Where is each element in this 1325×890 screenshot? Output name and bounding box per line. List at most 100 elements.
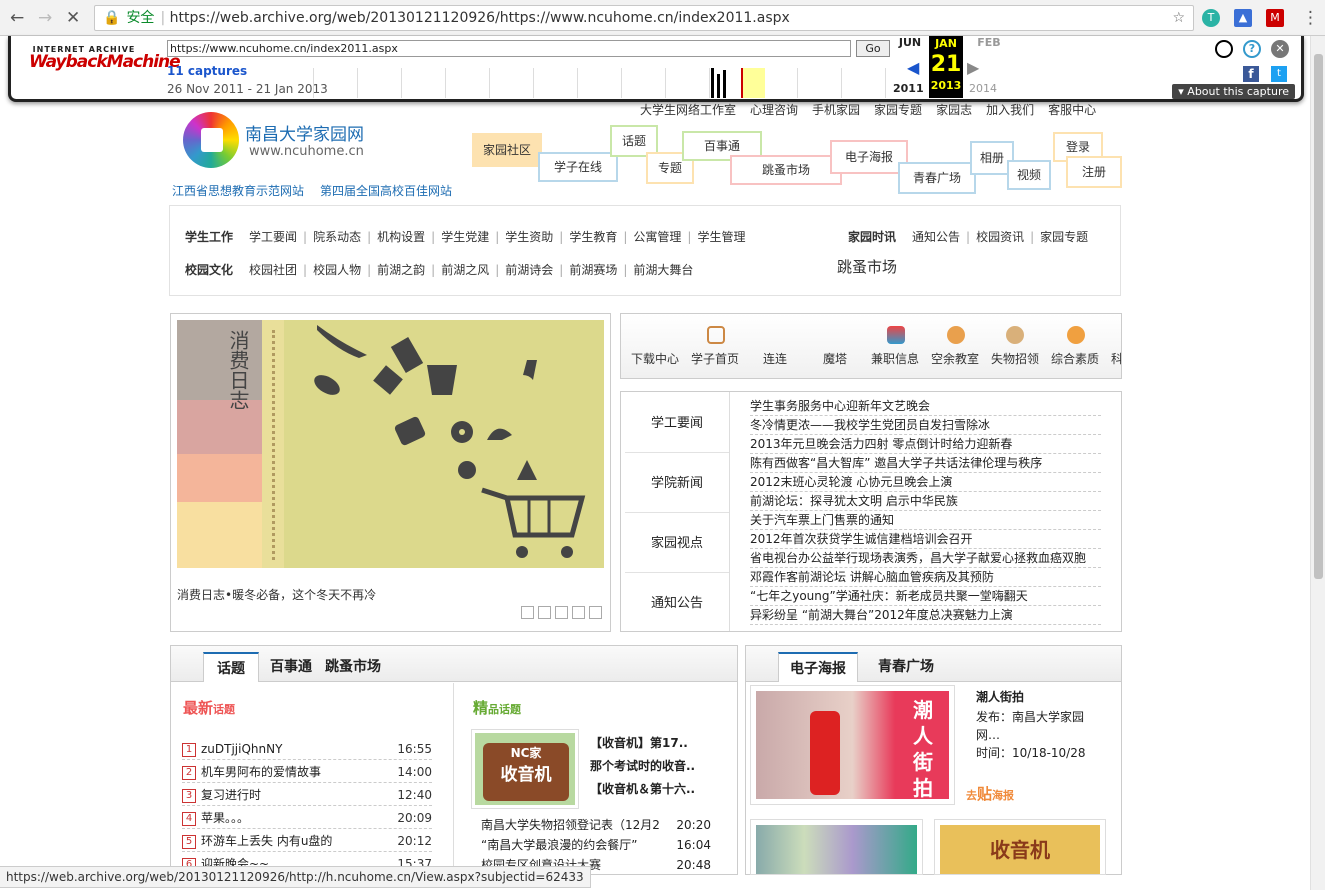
news-item[interactable]: 2012年首次获贷学生诚信建档培训会召开 (750, 530, 1101, 549)
topic-row[interactable]: 1 zuDTjjiQhnNY 16:55 (182, 738, 432, 760)
banner-caption[interactable]: 消费日志•暖冬必备，这个冬天不再冷 (177, 586, 376, 603)
close-icon[interactable]: ✕ (1271, 40, 1289, 58)
tag-poster[interactable]: 电子海报 (830, 140, 908, 174)
slogan-link[interactable]: 江西省思想教育示范网站 (172, 182, 304, 199)
quick-link[interactable]: 综合素质 (1051, 350, 1099, 367)
quick-link[interactable]: 失物招领 (991, 350, 1039, 367)
quick-link[interactable]: 魔塔 (823, 350, 847, 367)
quick-link[interactable]: 兼职信息 (871, 350, 919, 367)
extension-t-icon[interactable]: T (1202, 9, 1220, 27)
forward-icon[interactable]: → (38, 8, 52, 28)
user-icon[interactable] (1215, 40, 1233, 58)
tag-community[interactable]: 家园社区 (472, 133, 542, 167)
capture-sparkline[interactable] (313, 68, 893, 98)
tag-flea[interactable]: 跳蚤市场 (730, 155, 842, 185)
topic-row[interactable]: 2 机车男阿布的爱情故事 14:00 (182, 761, 432, 783)
top-link[interactable]: 加入我们 (986, 103, 1034, 117)
register-link[interactable]: 注册 (1066, 156, 1122, 188)
tag-video[interactable]: 视频 (1007, 160, 1051, 190)
slider-dot[interactable] (572, 606, 585, 619)
banner-image[interactable]: 消费日志 (177, 320, 604, 568)
radio-thumbnail[interactable]: NC家 收音机 (471, 729, 579, 809)
news-item[interactable]: 学生事务服务中心迎新年文艺晚会 (750, 397, 1101, 416)
help-icon[interactable]: ? (1243, 40, 1261, 58)
capture-range: 26 Nov 2011 - 21 Jan 2013 (167, 82, 328, 96)
radio-link[interactable]: 【收音机】第17.. (590, 732, 695, 755)
youth-thumbnail[interactable] (750, 819, 923, 875)
menu-icon[interactable]: ⋮ (1302, 8, 1319, 28)
tab-baishitong[interactable]: 百事通 (263, 652, 319, 682)
slider-dot[interactable] (538, 606, 551, 619)
radio-link[interactable]: 【收音机＆第十六.. (590, 778, 695, 801)
next-year[interactable]: 2014 (969, 82, 997, 95)
news-item[interactable]: 邓霞作客前湖论坛 讲解心脑血管疾病及其预防 (750, 568, 1101, 587)
tab-youth[interactable]: 青春广场 (866, 652, 946, 682)
top-link[interactable]: 客服中心 (1048, 103, 1096, 117)
facebook-icon[interactable]: f (1243, 66, 1259, 82)
topic-row[interactable]: 3 复习进行时 12:40 (182, 784, 432, 806)
news-cat-tab[interactable]: 学院新闻 (625, 455, 729, 513)
slider-dot[interactable] (589, 606, 602, 619)
lost-found-icon (1006, 326, 1024, 344)
quick-link[interactable]: 学子首页 (691, 350, 739, 367)
tab-topics[interactable]: 话题 (203, 652, 259, 682)
banner-slider: 消费日志 消费日志•暖冬必备，这个冬天不再冷 (170, 313, 611, 632)
poster-title[interactable]: 潮人街拍 (976, 688, 1024, 705)
news-item[interactable]: 2012末班心灵轮渡 心协元旦晚会上演 (750, 473, 1101, 492)
captures-link[interactable]: 11 captures (167, 64, 247, 78)
top-link[interactable]: 大学生网络工作室 (640, 103, 736, 117)
news-item[interactable]: 关于汽车票上门售票的通知 (750, 511, 1101, 530)
extension-cap-icon[interactable]: ▲ (1234, 9, 1252, 27)
tag-youth[interactable]: 青春广场 (898, 162, 976, 194)
scrollbar[interactable] (1310, 36, 1325, 890)
news-item[interactable]: 陈有西做客“昌大智库” 邀昌大学子共话法律伦理与秩序 (750, 454, 1101, 473)
slogan-link[interactable]: 第四届全国高校百佳网站 (320, 182, 452, 199)
news-item[interactable]: 冬冷情更浓——我校学生党团员自发扫雪除冰 (750, 416, 1101, 435)
about-capture-button[interactable]: ▾ About this capture (1172, 84, 1295, 99)
news-item[interactable]: 前湖论坛：探寻犹太文明 启示中华民族 (750, 492, 1101, 511)
news-cat-tab[interactable]: 通知公告 (625, 575, 729, 633)
prev-capture-icon[interactable]: ◀ (907, 58, 919, 77)
radio-poster-thumbnail[interactable]: 收音机 (934, 819, 1106, 875)
gmail-icon[interactable]: M (1266, 9, 1284, 27)
flea-market-link[interactable]: 跳蚤市场 (837, 256, 897, 277)
back-icon[interactable]: ← (10, 8, 24, 28)
next-month[interactable]: FEB (972, 36, 1006, 49)
quick-link[interactable]: 空余教室 (931, 350, 979, 367)
prev-month[interactable]: JUN (893, 36, 927, 49)
news-cat-tab[interactable]: 家园视点 (625, 515, 729, 573)
top-link[interactable]: 手机家园 (812, 103, 860, 117)
wayback-url-input[interactable]: https://www.ncuhome.cn/index2011.aspx (167, 40, 851, 57)
slider-dot[interactable] (555, 606, 568, 619)
slider-dot[interactable] (521, 606, 534, 619)
wayback-toolbar: INTERNET ARCHIVE WaybackMachine https://… (8, 36, 1304, 102)
bookmark-star-icon[interactable]: ☆ (1172, 6, 1185, 30)
topic-row[interactable]: 4 苹果。。。 20:09 (182, 807, 432, 829)
wayback-logo[interactable]: INTERNET ARCHIVE WaybackMachine (29, 46, 181, 71)
quick-link[interactable]: 下载中心 (631, 350, 679, 367)
top-link[interactable]: 心理咨询 (750, 103, 798, 117)
poster-image[interactable]: 潮人街拍 (750, 685, 955, 805)
address-bar[interactable]: 🔒 安全 | https://web.archive.org/web/2013012… (94, 5, 1194, 31)
news-item[interactable]: 异彩纷呈 “前湖大舞台”2012年度总决赛魅力上演 (750, 606, 1101, 625)
twitter-icon[interactable]: t (1271, 66, 1287, 82)
news-item[interactable]: “七年之young”学通社庆：新老成员共聚一堂嗨翻天 (750, 587, 1101, 606)
news-item[interactable]: 省电视台办公益举行现场表演秀，昌大学子献爱心拯救血癌双胞 (750, 549, 1101, 568)
scrollbar-thumb[interactable] (1314, 54, 1323, 579)
post-poster-link[interactable]: 去贴海报 (966, 783, 1014, 804)
news-item[interactable]: 2013年元旦晚会活力四射 零点倒计时给力迎新春 (750, 435, 1101, 454)
news-cat-tab[interactable]: 学工要闻 (625, 395, 729, 453)
quick-link[interactable]: 连连 (763, 350, 787, 367)
next-capture-icon[interactable]: ▶ (967, 58, 979, 77)
tab-poster[interactable]: 电子海报 (778, 652, 858, 682)
top-link[interactable]: 家园志 (936, 103, 972, 117)
quick-link[interactable]: 科 (1111, 350, 1121, 367)
prev-year[interactable]: 2011 (893, 82, 924, 95)
tag-online[interactable]: 学子在线 (538, 152, 618, 182)
topic-row[interactable]: 5 环游车上丢失 内有u盘的 20:12 (182, 830, 432, 852)
radio-link[interactable]: 那个考试时的收音.. (590, 755, 695, 778)
go-button[interactable]: Go (856, 40, 890, 57)
tab-flea-market[interactable]: 跳蚤市场 (321, 652, 385, 682)
top-link[interactable]: 家园专题 (874, 103, 922, 117)
stop-icon[interactable]: ✕ (66, 8, 80, 28)
